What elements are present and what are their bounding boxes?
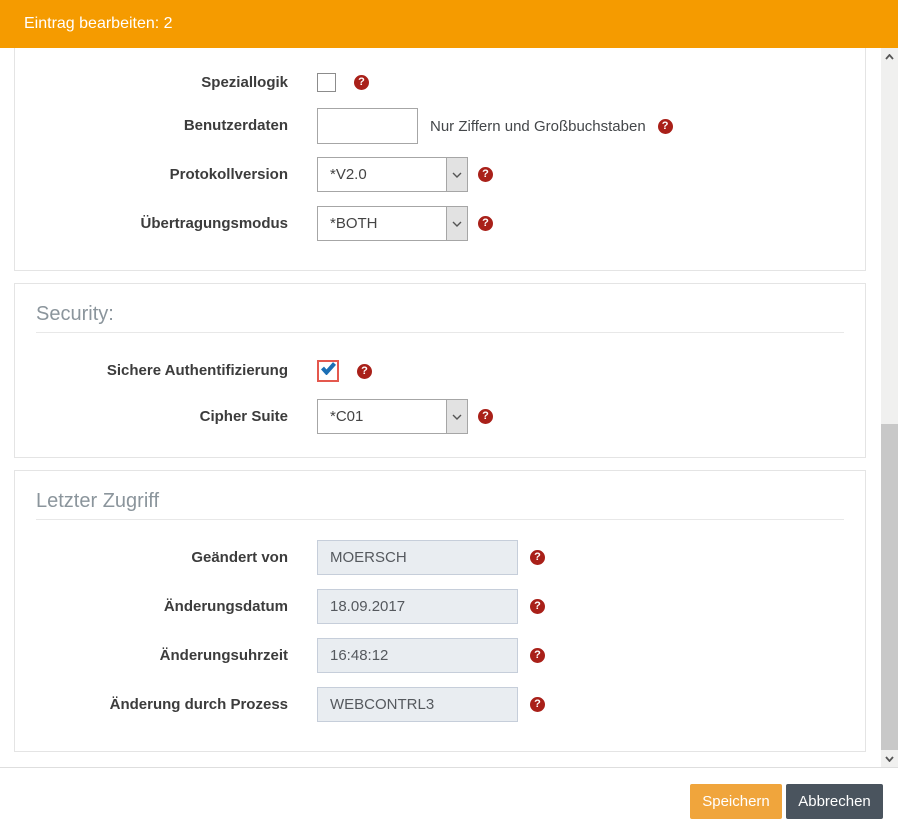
benutzerdaten-label: Benutzerdaten [36, 117, 288, 135]
geaendert-von-field: MOERSCH [317, 540, 518, 575]
benutzerdaten-input[interactable] [317, 108, 418, 144]
help-icon[interactable]: ? [357, 364, 372, 379]
row-benutzerdaten: Benutzerdaten Nur Ziffern und Großbuchst… [36, 108, 844, 144]
dialog-body: Speziallogik ? Benutzerdaten Nur Ziffern… [0, 48, 880, 767]
help-icon[interactable]: ? [478, 167, 493, 182]
dialog-title: Eintrag bearbeiten: 2 [24, 15, 173, 33]
cancel-button[interactable]: Abbrechen [786, 784, 883, 819]
dialog-footer: Speichern Abbrechen [0, 767, 898, 832]
panel-security: Security: Sichere Authentifizierung ? Ci… [14, 283, 866, 458]
geaendert-von-label: Geändert von [36, 549, 288, 567]
chevron-down-icon [446, 207, 467, 240]
speziallogik-label: Speziallogik [36, 74, 288, 92]
help-icon[interactable]: ? [530, 599, 545, 614]
aenderungsdatum-field: 18.09.2017 [317, 589, 518, 624]
help-icon[interactable]: ? [530, 697, 545, 712]
cipher-suite-label: Cipher Suite [36, 408, 288, 426]
row-aenderungsdatum: Änderungsdatum 18.09.2017 ? [36, 589, 844, 624]
row-sichere-authentifizierung: Sichere Authentifizierung ? [36, 360, 844, 382]
speziallogik-checkbox[interactable] [317, 73, 336, 92]
chevron-down-icon [446, 158, 467, 191]
benutzerdaten-hint: Nur Ziffern und Großbuchstaben [430, 118, 646, 135]
sichere-authentifizierung-checkbox[interactable] [317, 360, 339, 382]
row-aenderungsuhrzeit: Änderungsuhrzeit 16:48:12 ? [36, 638, 844, 673]
row-speziallogik: Speziallogik ? [36, 73, 844, 92]
letzter-zugriff-heading: Letzter Zugriff [36, 489, 844, 513]
row-uebertragungsmodus: Übertragungsmodus *BOTH ? [36, 206, 844, 241]
help-icon[interactable]: ? [478, 409, 493, 424]
help-icon[interactable]: ? [354, 75, 369, 90]
section-divider [36, 332, 844, 333]
scroll-up-icon[interactable] [881, 48, 898, 65]
checkmark-icon [321, 362, 336, 380]
protokollversion-select[interactable]: *V2.0 [317, 157, 468, 192]
aenderungsdatum-label: Änderungsdatum [36, 598, 288, 616]
protokollversion-value: *V2.0 [330, 166, 367, 183]
help-icon[interactable]: ? [530, 648, 545, 663]
row-geaendert-von: Geändert von MOERSCH ? [36, 540, 844, 575]
scrollbar-thumb[interactable] [881, 424, 898, 750]
chevron-down-icon [446, 400, 467, 433]
section-divider [36, 519, 844, 520]
cipher-suite-value: *C01 [330, 408, 363, 425]
aenderungsuhrzeit-label: Änderungsuhrzeit [36, 647, 288, 665]
protokollversion-label: Protokollversion [36, 166, 288, 184]
sichere-authentifizierung-label: Sichere Authentifizierung [36, 362, 288, 380]
dialog-header: Eintrag bearbeiten: 2 [0, 0, 898, 48]
cipher-suite-select[interactable]: *C01 [317, 399, 468, 434]
row-cipher-suite: Cipher Suite *C01 ? [36, 399, 844, 434]
aenderungsuhrzeit-field: 16:48:12 [317, 638, 518, 673]
panel-letzter-zugriff: Letzter Zugriff Geändert von MOERSCH ? Ä… [14, 470, 866, 752]
aenderung-durch-prozess-field: WEBCONTRL3 [317, 687, 518, 722]
help-icon[interactable]: ? [478, 216, 493, 231]
uebertragungsmodus-select[interactable]: *BOTH [317, 206, 468, 241]
save-button[interactable]: Speichern [690, 784, 782, 819]
security-heading: Security: [36, 302, 844, 326]
scroll-down-icon[interactable] [881, 750, 898, 767]
panel-general: Speziallogik ? Benutzerdaten Nur Ziffern… [14, 48, 866, 271]
help-icon[interactable]: ? [658, 119, 673, 134]
vertical-scrollbar[interactable] [881, 48, 898, 767]
uebertragungsmodus-value: *BOTH [330, 215, 378, 232]
uebertragungsmodus-label: Übertragungsmodus [36, 215, 288, 233]
row-aenderung-durch-prozess: Änderung durch Prozess WEBCONTRL3 ? [36, 687, 844, 722]
help-icon[interactable]: ? [530, 550, 545, 565]
row-protokollversion: Protokollversion *V2.0 ? [36, 157, 844, 192]
aenderung-durch-prozess-label: Änderung durch Prozess [36, 696, 288, 714]
